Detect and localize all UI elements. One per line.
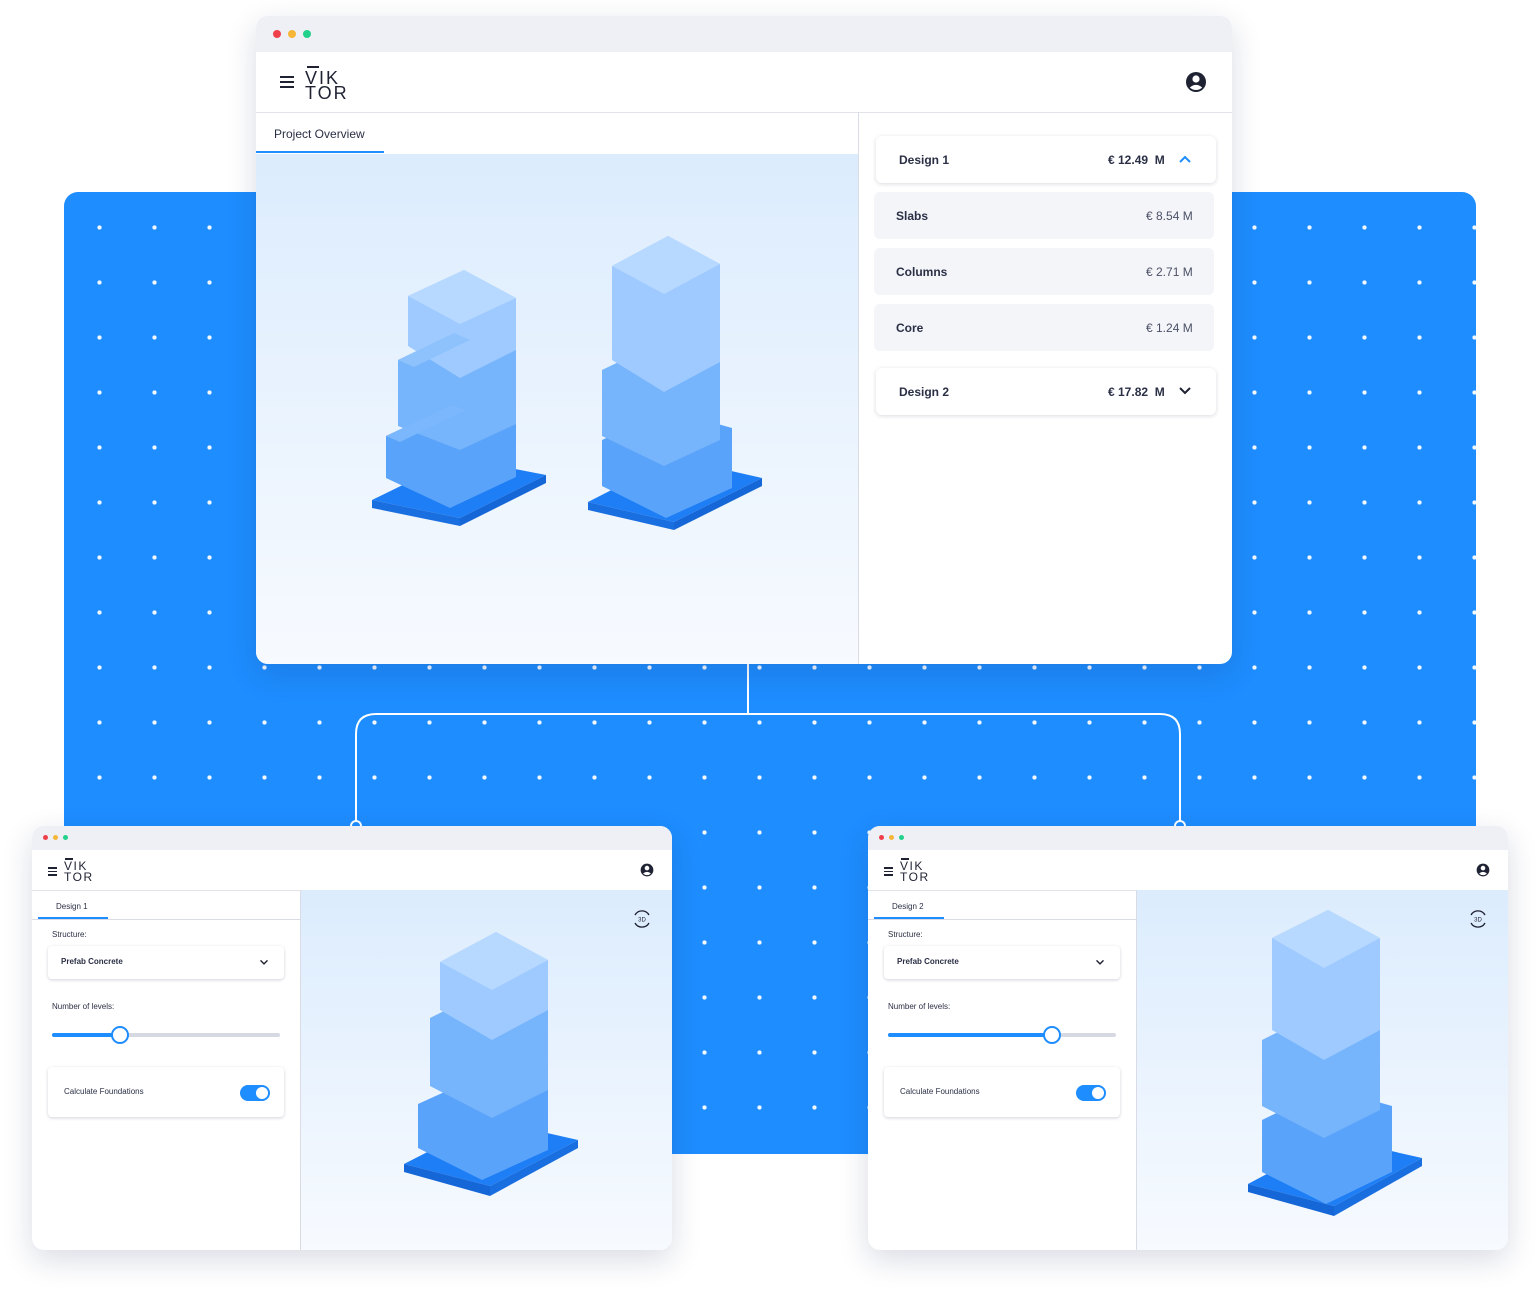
levels-slider-thumb[interactable] bbox=[111, 1026, 129, 1044]
maximize-dot[interactable] bbox=[303, 30, 311, 38]
cost-row-core: Core € 1.24 M bbox=[874, 304, 1214, 351]
3d-rotate-icon[interactable]: 3D bbox=[1467, 908, 1489, 930]
3d-viewport[interactable]: 3D bbox=[1137, 890, 1508, 1250]
design-2-cost: € 17.82 M bbox=[1108, 385, 1165, 399]
tab-divider bbox=[32, 919, 300, 920]
menu-icon[interactable] bbox=[280, 76, 294, 88]
building-model bbox=[1248, 910, 1422, 1216]
app-bar: VIK TOR bbox=[256, 52, 1232, 113]
close-dot[interactable] bbox=[879, 835, 884, 840]
design-2-window: VIK TOR Design 2 Structure: Prefab Concr… bbox=[868, 826, 1508, 1250]
tab-design-1[interactable]: Design 1 bbox=[56, 902, 88, 911]
maximize-dot[interactable] bbox=[899, 835, 904, 840]
design-1-cost: € 12.49 M bbox=[1108, 153, 1165, 167]
maximize-dot[interactable] bbox=[63, 835, 68, 840]
foundations-card: Calculate Foundations bbox=[48, 1067, 284, 1117]
cost-row-columns: Columns € 2.71 M bbox=[874, 248, 1214, 295]
app-bar: VIK TOR bbox=[32, 850, 672, 891]
structure-label: Structure: bbox=[52, 930, 87, 939]
chevron-down-icon bbox=[1096, 959, 1104, 965]
foundations-card: Calculate Foundations bbox=[884, 1067, 1120, 1117]
foundations-label: Calculate Foundations bbox=[900, 1087, 980, 1096]
tab-design-2[interactable]: Design 2 bbox=[892, 902, 924, 911]
structure-select[interactable]: Prefab Concrete bbox=[48, 946, 284, 979]
foundations-toggle[interactable] bbox=[240, 1085, 270, 1101]
levels-label: Number of levels: bbox=[52, 1002, 115, 1011]
minimize-dot[interactable] bbox=[53, 835, 58, 840]
user-account-icon[interactable] bbox=[640, 863, 654, 877]
minimize-dot[interactable] bbox=[889, 835, 894, 840]
levels-slider-thumb[interactable] bbox=[1043, 1026, 1061, 1044]
tab-divider bbox=[868, 919, 1136, 920]
user-account-icon[interactable] bbox=[1476, 863, 1490, 877]
structure-select[interactable]: Prefab Concrete bbox=[884, 946, 1120, 979]
active-tab-indicator bbox=[256, 151, 384, 153]
chevron-up-icon[interactable] bbox=[1178, 154, 1192, 164]
building-model bbox=[404, 932, 578, 1196]
structure-label: Structure: bbox=[888, 930, 923, 939]
building-models bbox=[372, 236, 762, 530]
title-bar bbox=[868, 826, 1508, 850]
svg-text:3D: 3D bbox=[638, 918, 646, 924]
3d-viewport[interactable]: 3D bbox=[301, 890, 672, 1250]
levels-slider-fill bbox=[888, 1033, 1052, 1037]
cost-row-slabs: Slabs € 8.54 M bbox=[874, 192, 1214, 239]
chevron-down-icon bbox=[260, 959, 268, 965]
title-bar bbox=[256, 16, 1232, 52]
panel-divider bbox=[858, 112, 859, 664]
user-account-icon[interactable] bbox=[1185, 71, 1207, 93]
levels-label: Number of levels: bbox=[888, 1002, 951, 1011]
title-bar bbox=[32, 826, 672, 850]
menu-icon[interactable] bbox=[48, 867, 57, 876]
design-1-window: VIK TOR Design 1 Structure: Prefab Concr… bbox=[32, 826, 672, 1250]
close-dot[interactable] bbox=[43, 835, 48, 840]
close-dot[interactable] bbox=[273, 30, 281, 38]
3d-rotate-icon[interactable]: 3D bbox=[631, 908, 653, 930]
menu-icon[interactable] bbox=[884, 867, 893, 876]
3d-viewport[interactable] bbox=[256, 154, 858, 664]
levels-slider-fill bbox=[52, 1033, 120, 1037]
minimize-dot[interactable] bbox=[288, 30, 296, 38]
tab-bar: Project Overview bbox=[256, 113, 858, 153]
chevron-down-icon[interactable] bbox=[1178, 386, 1192, 396]
viktor-logo: VIK TOR bbox=[305, 66, 349, 103]
design-2-header[interactable]: Design 2 € 17.82 M bbox=[876, 368, 1216, 415]
svg-text:3D: 3D bbox=[1474, 918, 1482, 924]
design-1-header[interactable]: Design 1 € 12.49 M bbox=[876, 136, 1216, 183]
tab-project-overview[interactable]: Project Overview bbox=[274, 127, 365, 141]
main-window: VIK TOR Project Overview Design 1 € 12.4… bbox=[256, 16, 1232, 664]
foundations-toggle[interactable] bbox=[1076, 1085, 1106, 1101]
viktor-logo: VIK TOR bbox=[900, 858, 930, 884]
foundations-label: Calculate Foundations bbox=[64, 1087, 144, 1096]
viktor-logo: VIK TOR bbox=[64, 858, 94, 884]
app-bar: VIK TOR bbox=[868, 850, 1508, 891]
